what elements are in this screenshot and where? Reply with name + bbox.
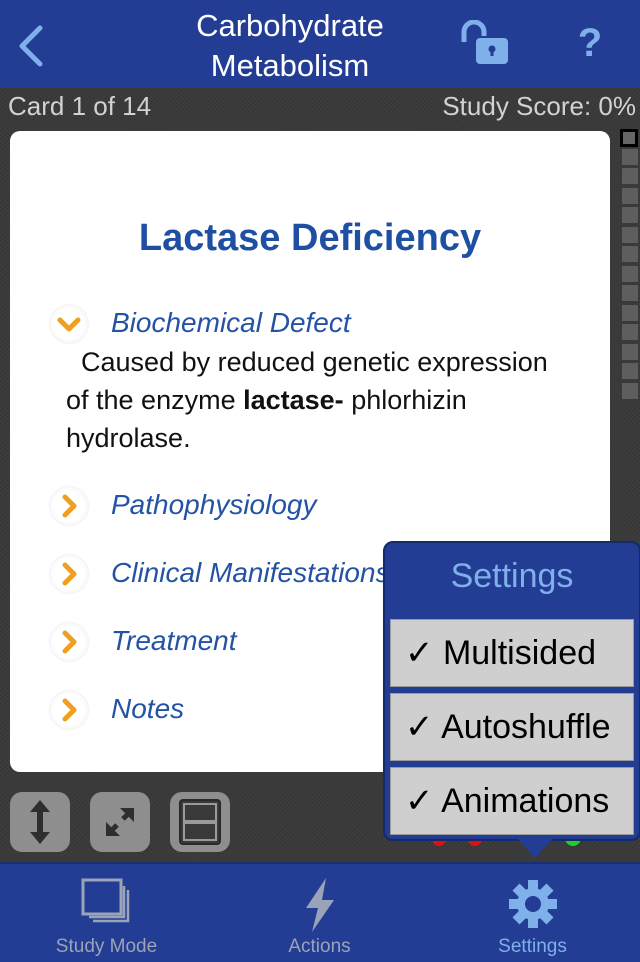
split-panel-icon: [179, 799, 221, 845]
popover-title: Settings: [450, 557, 574, 595]
setting-label: Multisided: [442, 634, 597, 672]
unlocked-padlock-icon: [461, 19, 508, 64]
chevron-left-icon: [19, 25, 43, 67]
setting-autoshuffle-toggle[interactable]: ✓ Autoshuffle: [390, 693, 634, 761]
tab-study-mode[interactable]: Study Mode: [0, 864, 213, 962]
study-score: Study Score: 0%: [442, 91, 636, 121]
card-strip-square[interactable]: [622, 207, 638, 223]
popover-arrow: [517, 838, 553, 858]
tab-actions[interactable]: Actions: [213, 864, 426, 962]
card-strip-square[interactable]: [622, 265, 638, 282]
card-strip-square[interactable]: [622, 343, 638, 360]
stacked-cards-icon: [81, 878, 129, 923]
card-strip-square[interactable]: [622, 168, 638, 184]
section-label: Biochemical Defect: [111, 307, 351, 338]
chevron-right-icon: [50, 487, 88, 525]
card-strip-square[interactable]: [622, 304, 638, 321]
card-strip-square[interactable]: [622, 246, 638, 262]
setting-label: Animations: [441, 782, 610, 820]
lock-button[interactable]: [458, 19, 512, 66]
expand-arrows-icon: [106, 808, 134, 836]
body-bold-term: lactase-: [243, 385, 344, 415]
help-button[interactable]: ?: [570, 18, 610, 68]
status-bar: Card 1 of 14 Study Score: 0%: [0, 88, 640, 128]
resize-vertical-button[interactable]: [10, 792, 70, 852]
chevron-right-icon: [50, 555, 88, 593]
fullscreen-button[interactable]: [90, 792, 150, 852]
card-strip-square[interactable]: [622, 363, 638, 379]
lightning-bolt-icon: [305, 878, 334, 932]
card-strip-square[interactable]: [622, 187, 638, 204]
chevron-right-icon: [50, 691, 88, 729]
section-label: Treatment: [111, 625, 237, 656]
tab-label: Settings: [498, 936, 567, 957]
vertical-arrows-icon: [30, 800, 50, 844]
section-body: Caused by reduced genetic expression of …: [66, 343, 566, 457]
card-strip-square[interactable]: [622, 382, 638, 399]
tab-label: Actions: [288, 936, 351, 957]
check-icon: ✓: [405, 634, 434, 672]
navigation-bar: Carbohydrate Metabolism ?: [0, 0, 640, 88]
split-view-button[interactable]: [170, 792, 230, 852]
chevron-down-icon: [50, 305, 88, 343]
card-strip-square[interactable]: [620, 129, 638, 147]
tab-settings[interactable]: Settings: [426, 864, 639, 962]
card-strip-square[interactable]: [622, 148, 638, 165]
section-label: Notes: [111, 693, 185, 724]
check-icon: ✓: [405, 782, 434, 820]
tab-bar: Study Mode Actions Settings: [0, 862, 640, 962]
check-icon: ✓: [405, 708, 434, 746]
back-button[interactable]: [14, 24, 46, 68]
page-title-line2: Metabolism: [210, 48, 370, 83]
card-strip-square[interactable]: [622, 324, 638, 340]
card-strip-square[interactable]: [622, 285, 638, 301]
setting-animations-toggle[interactable]: ✓ Animations: [390, 767, 634, 835]
section-label: Pathophysiology: [111, 489, 317, 520]
settings-popover: Settings ✓ Multisided ✓ Autoshuffle ✓ An…: [383, 541, 640, 841]
setting-multisided-toggle[interactable]: ✓ Multisided: [390, 619, 634, 687]
setting-label: Autoshuffle: [441, 708, 611, 746]
page-title-line1: Carbohydrate: [196, 8, 384, 43]
gear-icon: [508, 880, 557, 928]
card-count: Card 1 of 14: [8, 91, 152, 121]
page-title: Carbohydrate Metabolism: [130, 6, 450, 86]
tab-label: Study Mode: [55, 936, 158, 957]
card-title: Lactase Deficiency: [138, 217, 482, 259]
chevron-right-icon: [50, 623, 88, 661]
card-navigator-strip: [620, 129, 640, 402]
card-strip-square[interactable]: [622, 226, 638, 243]
section-label: Clinical Manifestations: [111, 557, 390, 588]
